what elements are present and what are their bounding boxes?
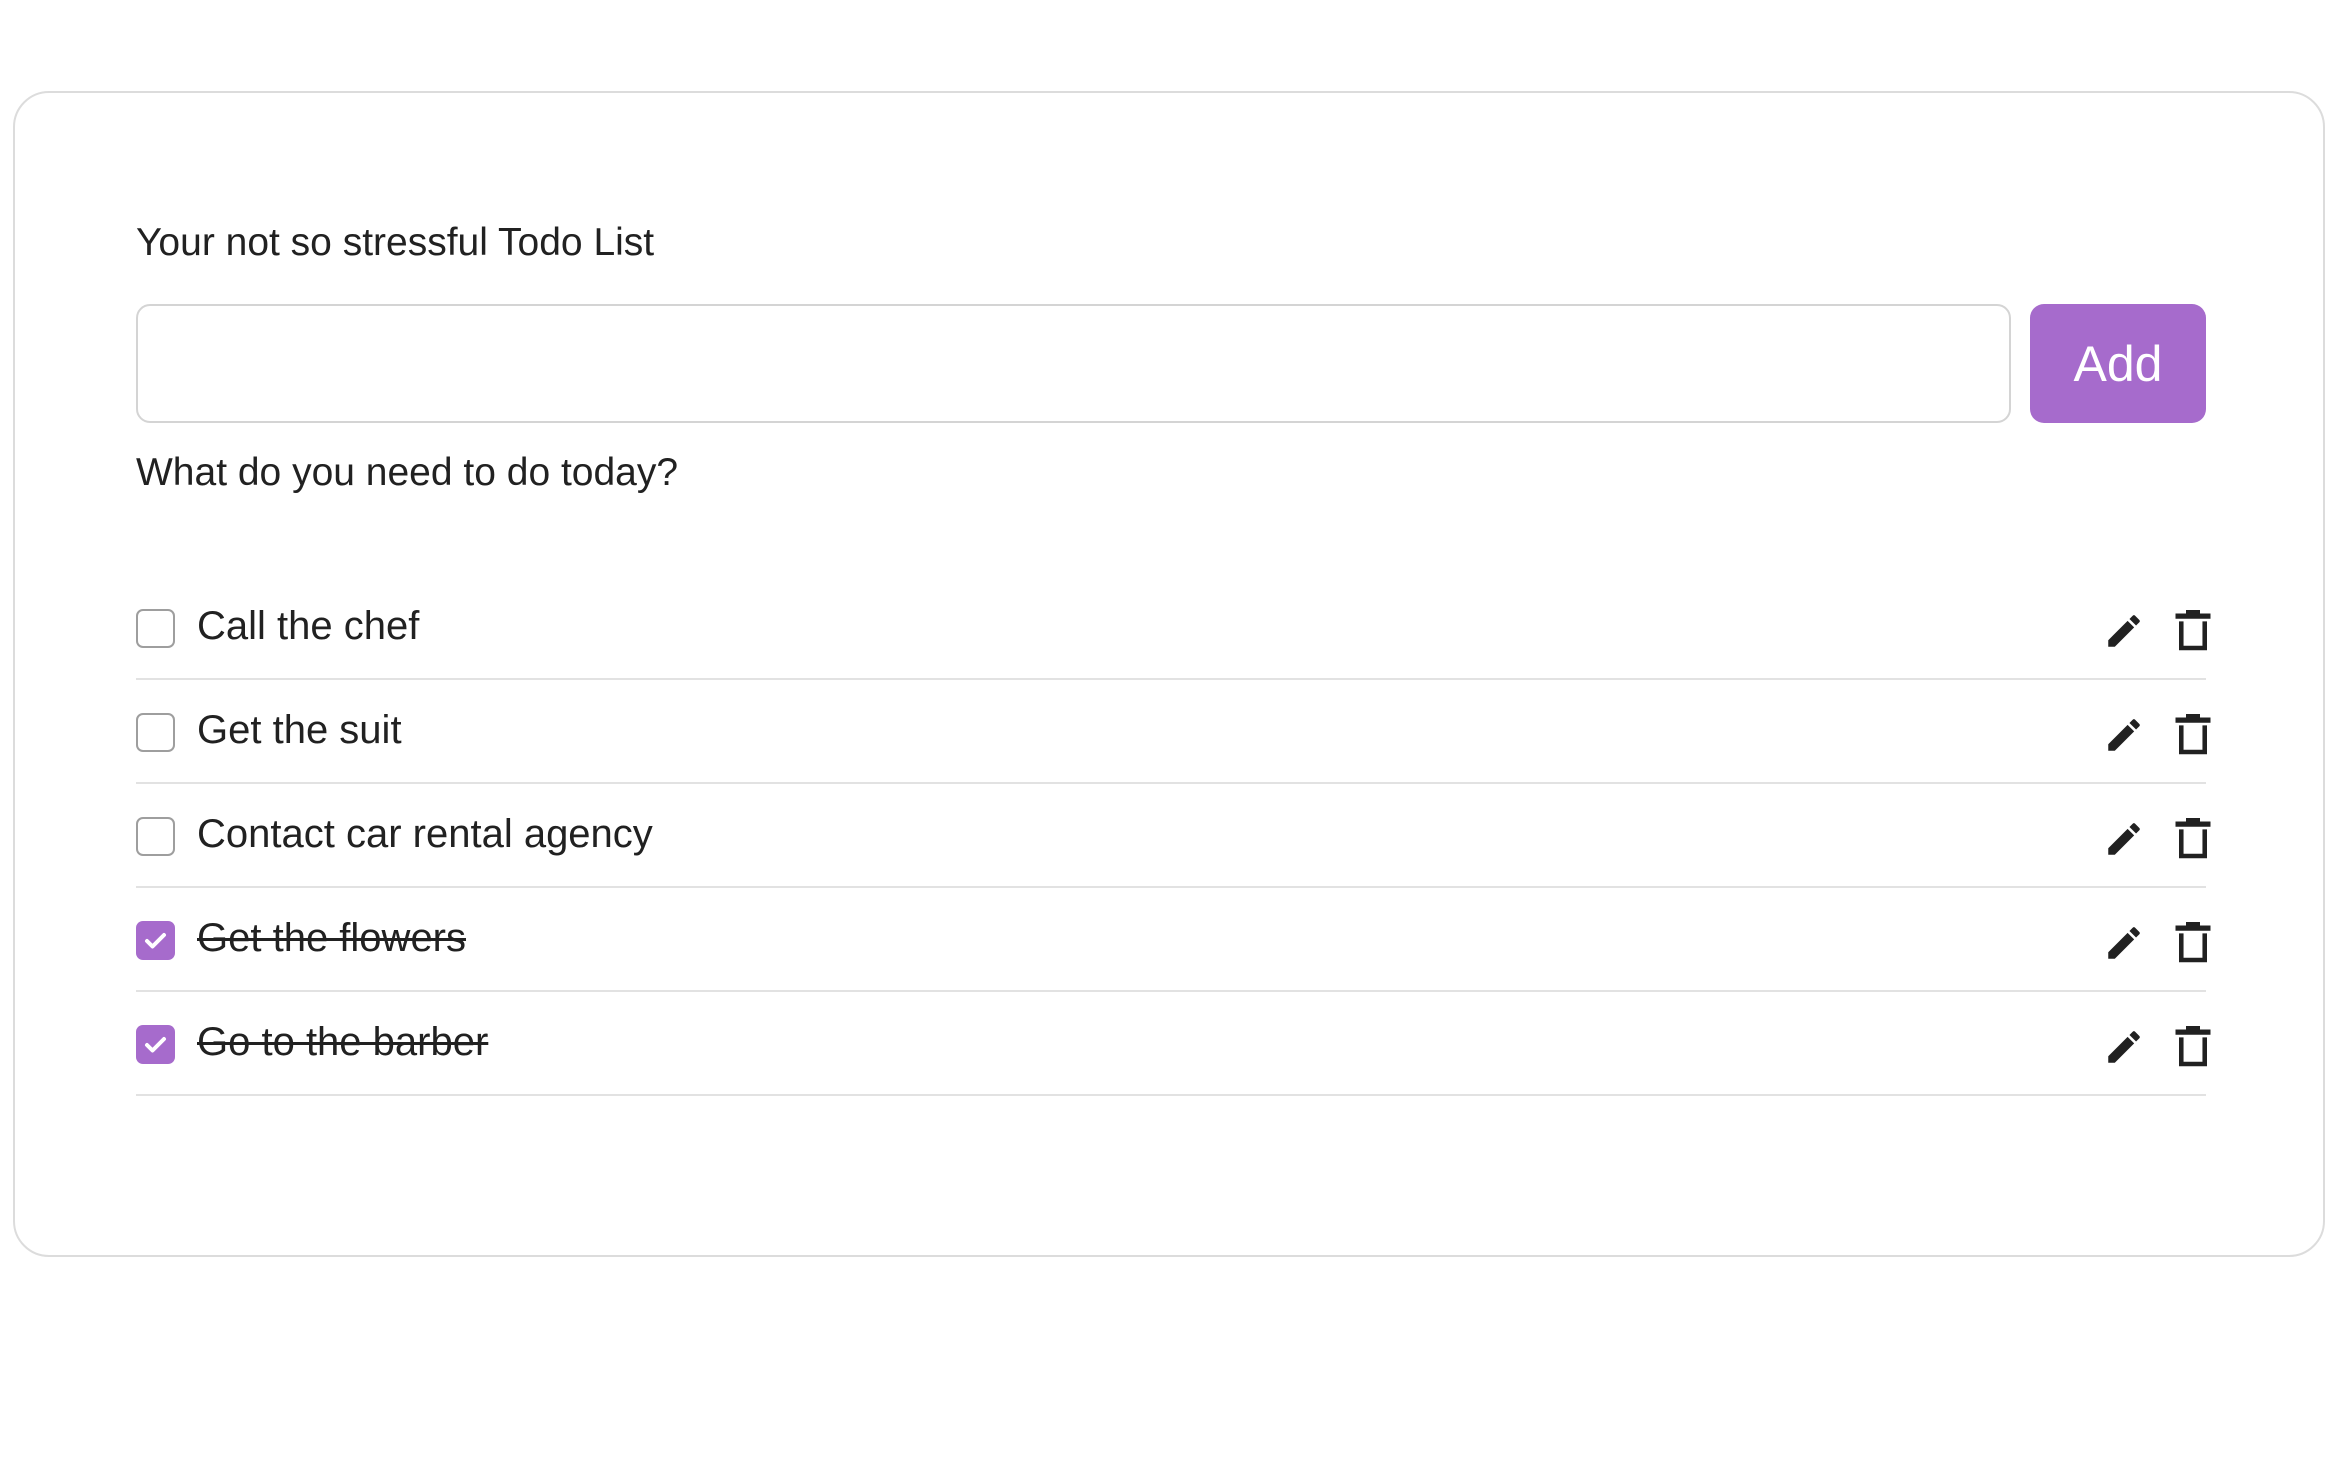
pencil-icon[interactable] bbox=[2103, 922, 2145, 964]
todo-item: Call the chef bbox=[136, 576, 2211, 680]
pencil-icon[interactable] bbox=[2103, 610, 2145, 652]
checkmark-icon bbox=[145, 1037, 166, 1053]
trash-icon[interactable] bbox=[2175, 610, 2211, 652]
add-button[interactable]: Add bbox=[2030, 304, 2206, 423]
trash-icon[interactable] bbox=[2175, 818, 2211, 860]
pencil-icon[interactable] bbox=[2103, 818, 2145, 860]
todo-checkbox[interactable] bbox=[136, 1025, 175, 1064]
todo-text: Get the flowers bbox=[197, 916, 467, 960]
pencil-icon[interactable] bbox=[2103, 714, 2145, 756]
todo-input[interactable] bbox=[136, 304, 2011, 423]
todo-item: Get the suit bbox=[136, 680, 2211, 784]
pencil-icon[interactable] bbox=[2103, 1026, 2145, 1068]
todo-checkbox[interactable] bbox=[136, 713, 175, 752]
checkmark-icon bbox=[145, 933, 166, 949]
todo-item: Go to the barber bbox=[136, 992, 2211, 1096]
page-title: Your not so stressful Todo List bbox=[136, 221, 655, 264]
todo-item: Contact car rental agency bbox=[136, 784, 2211, 888]
add-todo-form: Add bbox=[136, 304, 2206, 423]
todo-text: Call the chef bbox=[197, 604, 420, 648]
input-hint: What do you need to do today? bbox=[136, 451, 679, 494]
todo-text: Contact car rental agency bbox=[197, 812, 653, 856]
todo-checkbox[interactable] bbox=[136, 609, 175, 648]
todo-list: Call the chef Get the suit Contact car r… bbox=[136, 576, 2211, 1096]
todo-card: Your not so stressful Todo List Add What… bbox=[13, 91, 2325, 1257]
trash-icon[interactable] bbox=[2175, 922, 2211, 964]
trash-icon[interactable] bbox=[2175, 714, 2211, 756]
todo-text: Go to the barber bbox=[197, 1020, 489, 1064]
todo-text: Get the suit bbox=[197, 708, 402, 752]
todo-checkbox[interactable] bbox=[136, 817, 175, 856]
todo-checkbox[interactable] bbox=[136, 921, 175, 960]
trash-icon[interactable] bbox=[2175, 1026, 2211, 1068]
todo-item: Get the flowers bbox=[136, 888, 2211, 992]
